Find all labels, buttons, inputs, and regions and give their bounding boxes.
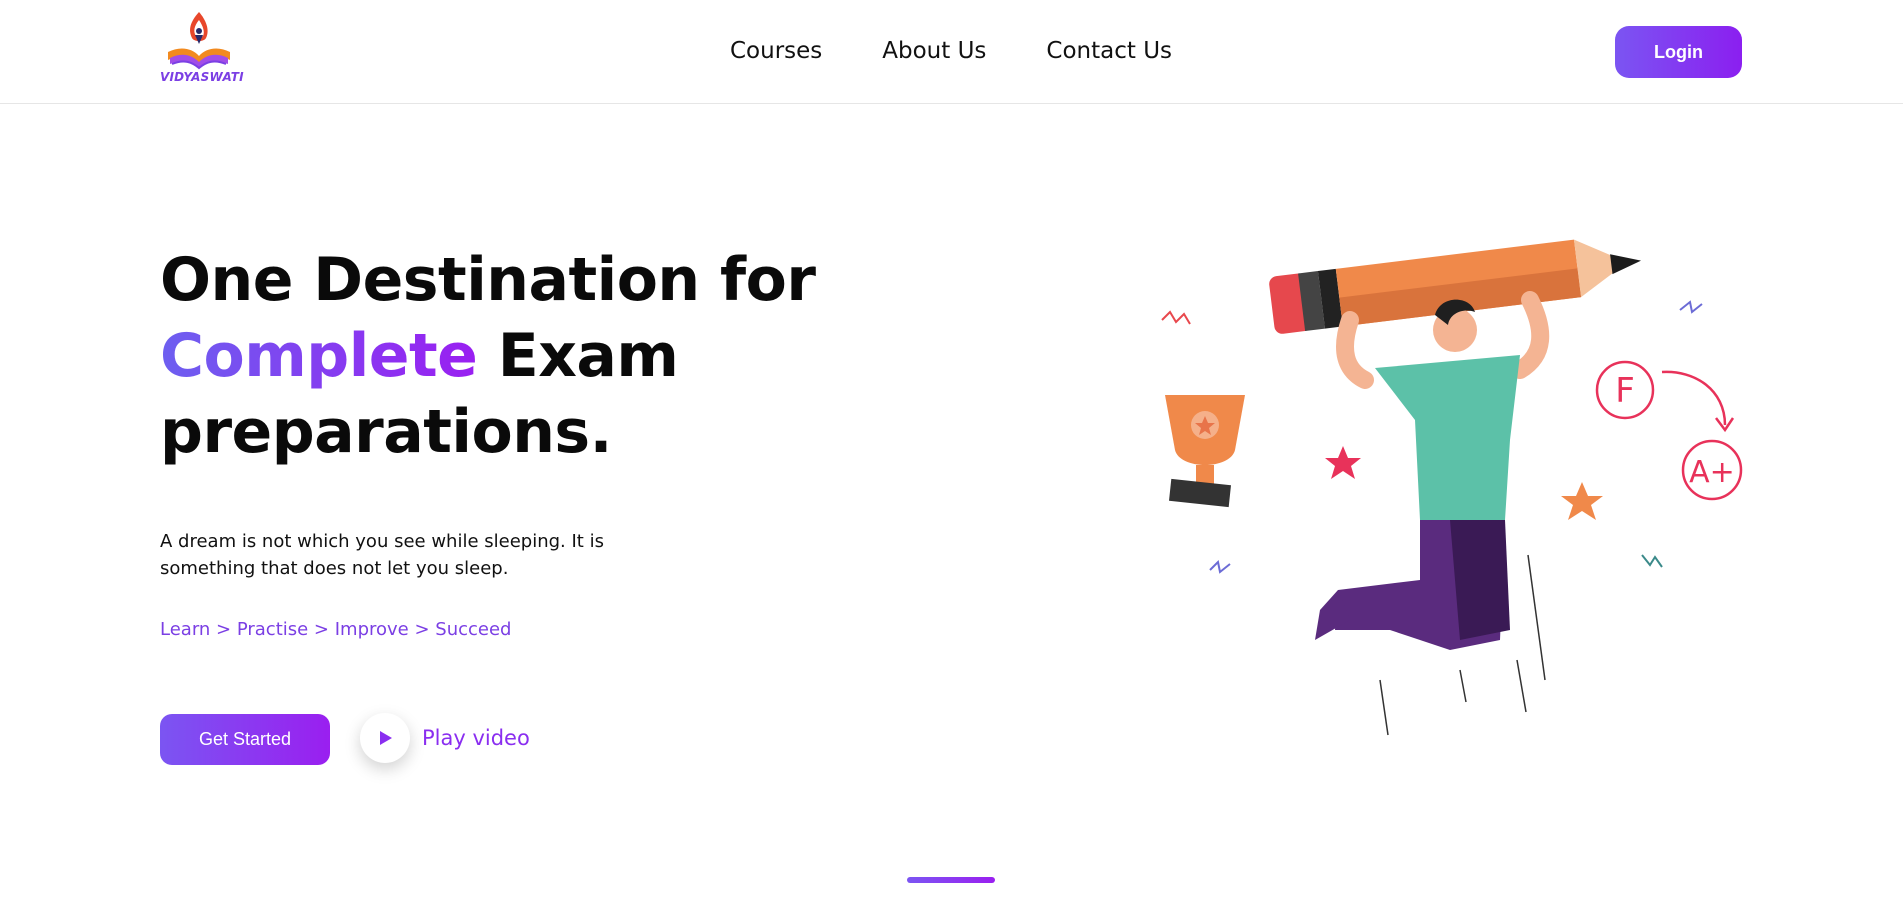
grade-f-text: F	[1615, 371, 1635, 411]
nav-courses[interactable]: Courses	[730, 38, 822, 64]
hero-tagline: Learn > Practise > Improve > Succeed	[160, 619, 512, 640]
logo-text: VIDYASWATI	[160, 70, 244, 84]
star-icon	[1561, 482, 1603, 520]
get-started-button[interactable]: Get Started	[160, 714, 330, 765]
headline-line-2: Exam	[477, 321, 679, 391]
site-header: VIDYASWATI Courses About Us Contact Us L…	[0, 0, 1903, 104]
nav-about-us[interactable]: About Us	[882, 38, 986, 64]
slide-indicator[interactable]	[907, 877, 995, 883]
trophy-icon	[1165, 395, 1245, 508]
headline-accent: Complete	[160, 321, 478, 391]
headline-line-1: One Destination for	[160, 245, 816, 315]
star-icon	[1325, 446, 1361, 479]
hero-subtext: A dream is not which you see while sleep…	[160, 531, 604, 579]
grade-a-text: A+	[1689, 455, 1735, 490]
nav-contact-us[interactable]: Contact Us	[1046, 38, 1172, 64]
hero-headline: One Destination for Complete Exam prepar…	[160, 242, 816, 470]
arrow-icon	[1661, 370, 1727, 426]
play-video-label[interactable]: Play video	[422, 726, 530, 750]
main-nav: Courses About Us Contact Us	[730, 38, 1172, 64]
headline-line-3: preparations.	[160, 397, 612, 467]
student-pencil-illustration: F A+	[1161, 239, 1743, 736]
login-button[interactable]: Login	[1615, 26, 1742, 78]
play-icon[interactable]	[360, 713, 410, 763]
play-video-button[interactable]: Play video	[360, 713, 530, 763]
